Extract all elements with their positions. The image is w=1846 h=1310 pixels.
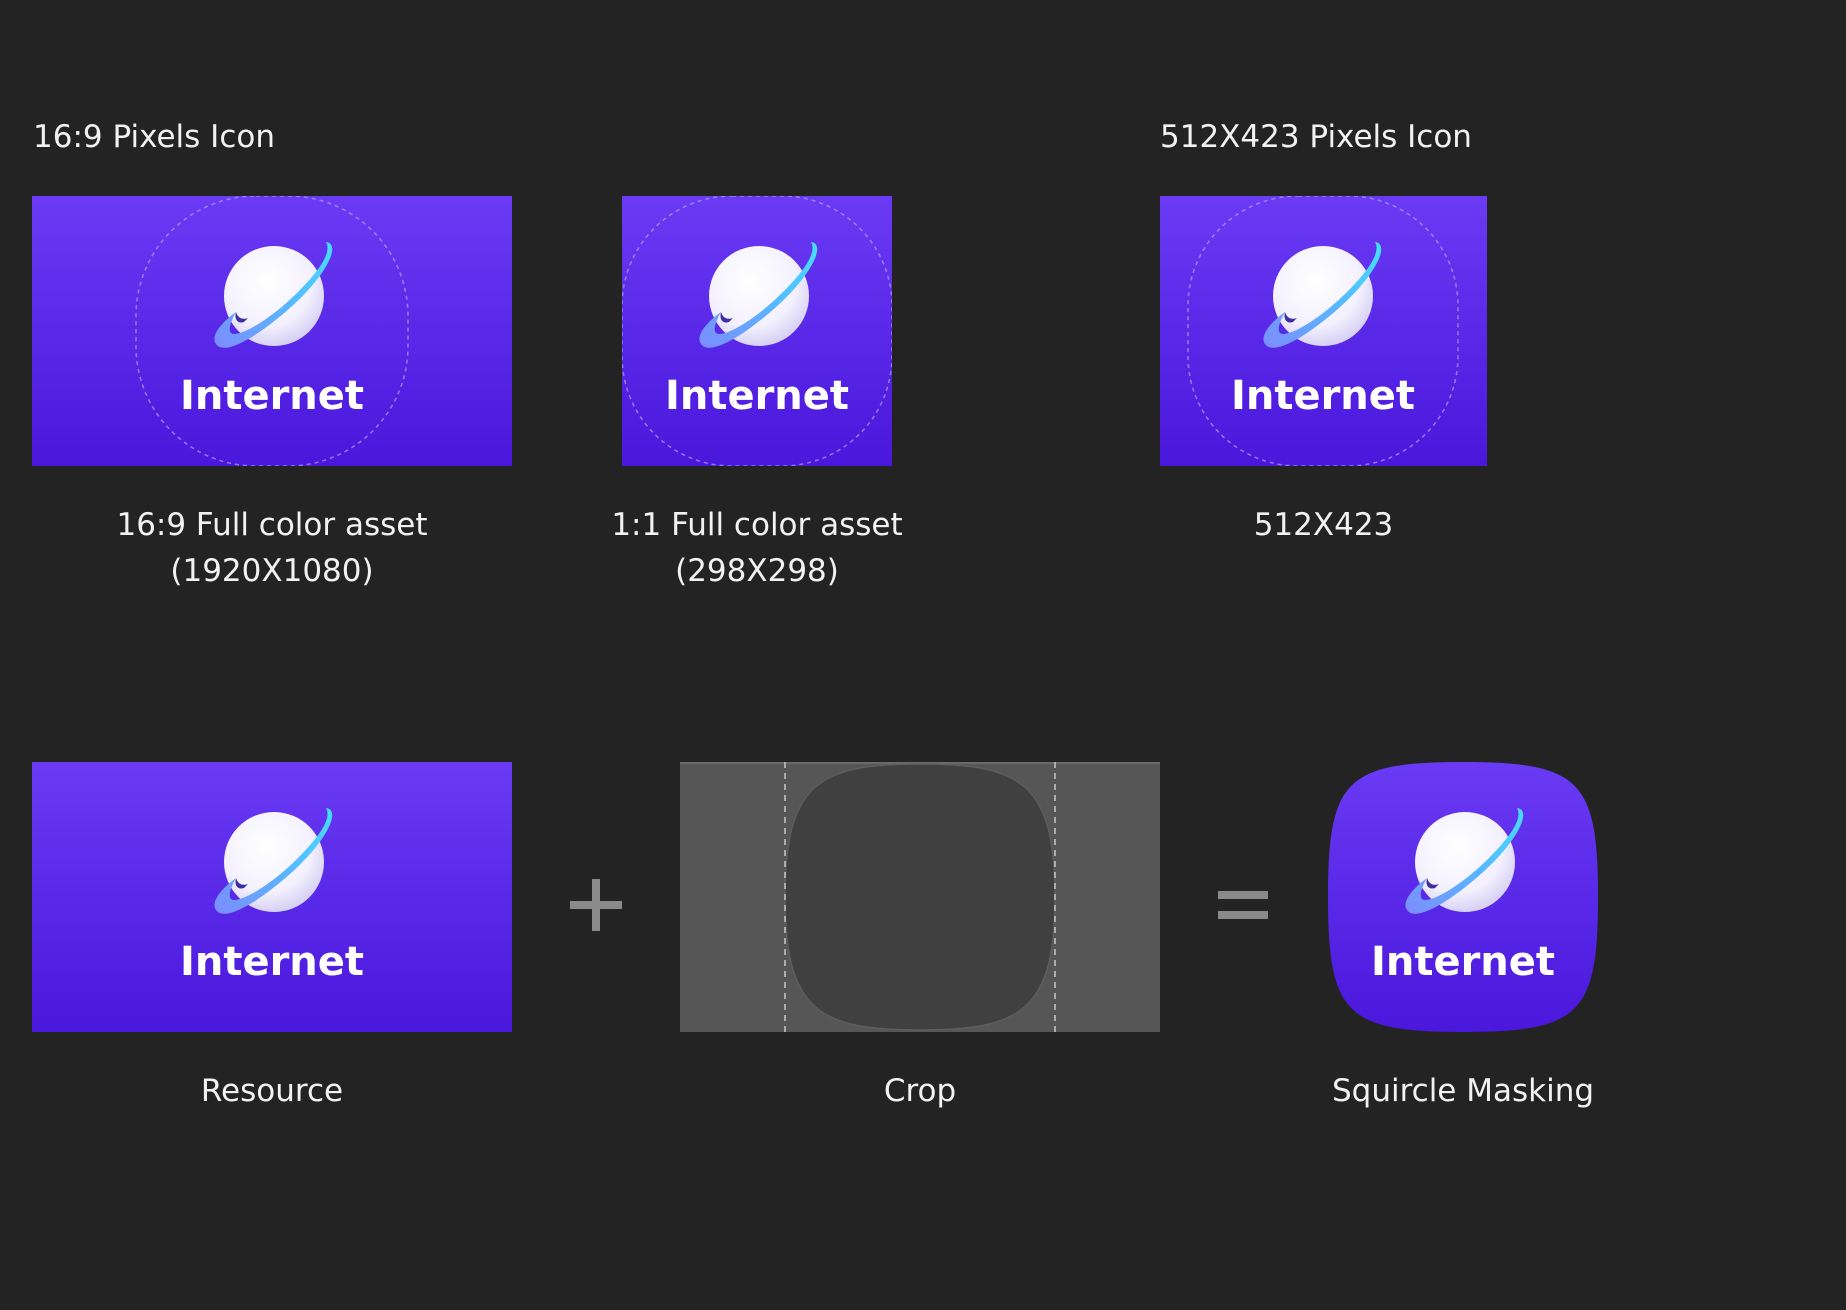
- svg-text:Internet: Internet: [1231, 373, 1415, 419]
- resource-tile: Internet: [32, 762, 512, 1032]
- svg-text:Internet: Internet: [180, 939, 364, 985]
- caption-16-9: 16:9 Full color asset (1920X1080): [32, 502, 512, 594]
- crop-squircle: [680, 762, 1160, 1032]
- heading-512x423: 512X423 Pixels Icon: [1160, 119, 1472, 155]
- internet-label: Internet: [1231, 373, 1415, 419]
- asset-tile-1-1: Internet: [622, 196, 892, 466]
- caption-line-2: (1920X1080): [170, 553, 374, 589]
- caption-line-2: (298X298): [675, 553, 839, 589]
- asset-tile-16-9: Internet: [32, 196, 512, 466]
- squircle-result: Internet: [1328, 762, 1598, 1032]
- crop-mask-tile: [680, 762, 1160, 1032]
- caption-512x423: 512X423: [1160, 502, 1487, 548]
- svg-text:Internet: Internet: [1371, 939, 1555, 985]
- caption-1-1: 1:1 Full color asset (298X298): [557, 502, 957, 594]
- caption-line-1: 16:9 Full color asset: [116, 507, 428, 543]
- caption-resource: Resource: [200, 1073, 344, 1109]
- plus-icon: [570, 879, 622, 931]
- equals-icon: [1218, 891, 1268, 919]
- internet-label: Internet: [1371, 939, 1555, 985]
- caption-crop: Crop: [883, 1073, 957, 1109]
- caption-line-1: 1:1 Full color asset: [611, 507, 903, 543]
- svg-text:Internet: Internet: [180, 373, 364, 419]
- internet-label: Internet: [180, 373, 364, 419]
- svg-text:Internet: Internet: [665, 373, 849, 419]
- caption-line-1: 512X423: [1253, 507, 1394, 543]
- heading-16-9: 16:9 Pixels Icon: [33, 119, 275, 155]
- asset-tile-512x423: Internet: [1160, 196, 1487, 466]
- internet-label: Internet: [665, 373, 849, 419]
- caption-squircle-masking: Squircle Masking: [1331, 1073, 1595, 1109]
- internet-label: Internet: [180, 939, 364, 985]
